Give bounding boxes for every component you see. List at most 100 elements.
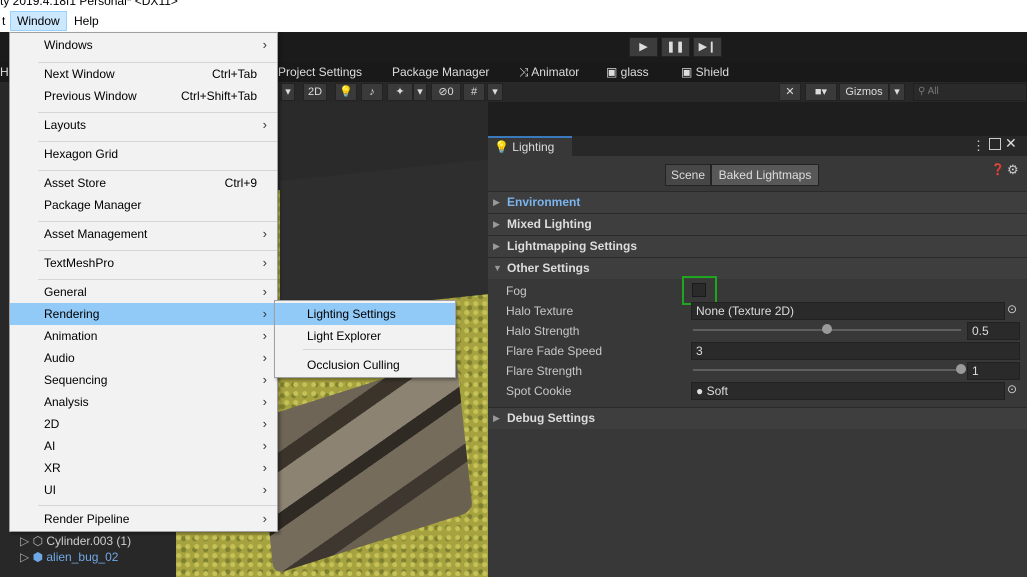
gear-icon[interactable]: ⚙ bbox=[1007, 162, 1019, 178]
menu-item-label: Render Pipeline bbox=[44, 512, 130, 526]
segment-baked-lightmaps[interactable]: Baked Lightmaps bbox=[711, 164, 819, 186]
hidden-objects-toggle[interactable]: ⊘0 bbox=[431, 83, 461, 101]
halo-strength-slider-knob[interactable] bbox=[822, 324, 832, 334]
tab-glass-label: glass bbox=[620, 65, 649, 79]
scene-search-input[interactable]: ⚲ All bbox=[913, 83, 1027, 101]
menu-item-xr[interactable]: XR › bbox=[10, 457, 277, 479]
more-options-icon[interactable]: ⋮ bbox=[972, 138, 985, 154]
menu-item-previous-window[interactable]: Previous Window Ctrl+Shift+Tab bbox=[10, 85, 277, 107]
camera-icon[interactable]: ■▾ bbox=[805, 83, 837, 101]
tools-icon[interactable]: ✕ bbox=[779, 83, 801, 101]
menu-item-asset-store[interactable]: Asset Store Ctrl+9 bbox=[10, 172, 277, 194]
effects-icon[interactable]: ✦ bbox=[387, 83, 413, 101]
halo-texture-field[interactable]: None (Texture 2D) bbox=[691, 302, 1005, 320]
menu-item-ai[interactable]: AI › bbox=[10, 435, 277, 457]
dropdown-arrow-icon[interactable]: ▾ bbox=[889, 83, 905, 101]
menu-window[interactable]: Window bbox=[10, 11, 67, 31]
menu-separator bbox=[303, 349, 455, 350]
menu-separator bbox=[38, 279, 277, 280]
halo-strength-value[interactable]: 0.5 bbox=[967, 322, 1020, 340]
animator-icon: ⤨ bbox=[519, 65, 532, 79]
chevron-right-icon: › bbox=[262, 226, 267, 241]
section-other-settings[interactable]: ▼ Other Settings bbox=[488, 257, 1027, 279]
menu-item-next-window[interactable]: Next Window Ctrl+Tab bbox=[10, 63, 277, 85]
menu-item-label: UI bbox=[44, 483, 56, 497]
tab-glass[interactable]: ▣ glass bbox=[606, 65, 649, 79]
menu-separator bbox=[38, 250, 277, 251]
submenu-item-label: Lighting Settings bbox=[307, 307, 396, 321]
menu-item-label: Audio bbox=[44, 351, 75, 365]
menu-bar: t Window Help bbox=[0, 10, 1027, 32]
dropdown-arrow-icon[interactable]: ▾ bbox=[487, 83, 503, 101]
menu-item-general[interactable]: General › bbox=[10, 281, 277, 303]
menu-item-2d[interactable]: 2D › bbox=[10, 413, 277, 435]
expand-arrow-icon[interactable]: ▷ bbox=[20, 534, 33, 548]
mode-2d-button[interactable]: 2D bbox=[303, 83, 327, 101]
menu-item-label: Animation bbox=[44, 329, 98, 343]
lighting-tab[interactable]: 💡 Lighting bbox=[488, 136, 572, 157]
menu-item-render-pipeline[interactable]: Render Pipeline › bbox=[10, 508, 277, 530]
menu-item-package-manager[interactable]: Package Manager bbox=[10, 194, 277, 216]
menu-item-label: Sequencing bbox=[44, 373, 108, 387]
maximize-icon[interactable] bbox=[989, 138, 1001, 150]
menu-item-label: Previous Window bbox=[44, 89, 137, 103]
hierarchy-item[interactable]: ▷ ⬡ Cylinder.003 (1) bbox=[20, 534, 131, 548]
menu-item-analysis[interactable]: Analysis › bbox=[10, 391, 277, 413]
lightbulb-icon[interactable]: 💡 bbox=[335, 83, 357, 101]
dropdown-arrow-icon[interactable]: ▾ bbox=[281, 83, 295, 101]
menu-item-sequencing[interactable]: Sequencing › bbox=[10, 369, 277, 391]
tab-animator[interactable]: ⤨ Animator bbox=[519, 65, 579, 80]
menu-item-label: Next Window bbox=[44, 67, 115, 81]
segment-scene[interactable]: Scene bbox=[665, 164, 711, 186]
submenu-item-light-explorer[interactable]: Light Explorer bbox=[275, 325, 455, 347]
menu-item-animation[interactable]: Animation › bbox=[10, 325, 277, 347]
object-picker-icon[interactable]: ⊙ bbox=[1007, 302, 1017, 316]
expand-arrow-icon[interactable]: ▷ bbox=[20, 550, 33, 564]
tab-project-settings[interactable]: Project Settings bbox=[278, 65, 362, 79]
section-lightmapping-settings[interactable]: ▶ Lightmapping Settings bbox=[488, 235, 1027, 257]
menu-item-label: Rendering bbox=[44, 307, 100, 321]
help-icon[interactable]: ❓ bbox=[991, 163, 1005, 176]
menu-item-ui[interactable]: UI › bbox=[10, 479, 277, 501]
submenu-item-occlusion-culling[interactable]: Occlusion Culling bbox=[275, 354, 455, 376]
menu-item-textmeshpro[interactable]: TextMeshPro › bbox=[10, 252, 277, 274]
section-label: Mixed Lighting bbox=[507, 217, 592, 231]
object-picker-icon[interactable]: ⊙ bbox=[1007, 382, 1017, 396]
flare-strength-slider-knob[interactable] bbox=[956, 364, 966, 374]
menu-help[interactable]: Help bbox=[68, 11, 105, 31]
hierarchy-item[interactable]: ▷ ⬢ alien_bug_02 bbox=[20, 550, 118, 564]
section-debug-settings[interactable]: ▶ Debug Settings bbox=[488, 407, 1027, 429]
tab-package-manager[interactable]: Package Manager bbox=[392, 65, 489, 79]
section-environment[interactable]: ▶ Environment bbox=[488, 191, 1027, 213]
expand-arrow-icon: ▶ bbox=[493, 413, 500, 423]
menu-separator bbox=[38, 505, 277, 506]
flare-strength-slider[interactable] bbox=[693, 369, 961, 371]
gizmos-button[interactable]: Gizmos bbox=[839, 83, 889, 101]
dropdown-arrow-icon[interactable]: ▾ bbox=[413, 83, 427, 101]
tab-shield-label: Shield bbox=[695, 65, 730, 79]
menu-item-layouts[interactable]: Layouts › bbox=[10, 114, 277, 136]
menu-item-hexagon-grid[interactable]: Hexagon Grid bbox=[10, 143, 277, 165]
chevron-right-icon: › bbox=[262, 394, 267, 409]
pause-button[interactable]: ❚❚ bbox=[661, 37, 690, 57]
menu-item-label: TextMeshPro bbox=[44, 256, 115, 270]
flare-strength-value[interactable]: 1 bbox=[967, 362, 1020, 380]
section-mixed-lighting[interactable]: ▶ Mixed Lighting bbox=[488, 213, 1027, 235]
menu-item-rendering[interactable]: Rendering › bbox=[10, 303, 277, 325]
tab-shield[interactable]: ▣ Shield bbox=[681, 65, 729, 79]
inspector-icon: ▣ bbox=[606, 65, 621, 79]
step-button[interactable]: ▶❙ bbox=[693, 37, 722, 57]
close-icon[interactable]: ✕ bbox=[1005, 135, 1017, 152]
grid-icon[interactable]: # bbox=[463, 83, 485, 101]
window-menu-dropdown: Windows › Next Window Ctrl+Tab Previous Wi… bbox=[9, 32, 278, 532]
fog-checkbox[interactable] bbox=[692, 283, 706, 297]
submenu-item-lighting-settings[interactable]: Lighting Settings bbox=[275, 303, 455, 325]
flare-fade-speed-field[interactable]: 3 bbox=[691, 342, 1020, 360]
menu-item-windows[interactable]: Windows › bbox=[10, 34, 277, 56]
menu-item-audio[interactable]: Audio › bbox=[10, 347, 277, 369]
play-button[interactable]: ▶ bbox=[629, 37, 658, 57]
spot-cookie-field[interactable]: ● Soft bbox=[691, 382, 1005, 400]
audio-icon[interactable]: ♪ bbox=[361, 83, 383, 101]
eye-slash-icon: ⊘ bbox=[438, 86, 448, 98]
menu-item-asset-management[interactable]: Asset Management › bbox=[10, 223, 277, 245]
